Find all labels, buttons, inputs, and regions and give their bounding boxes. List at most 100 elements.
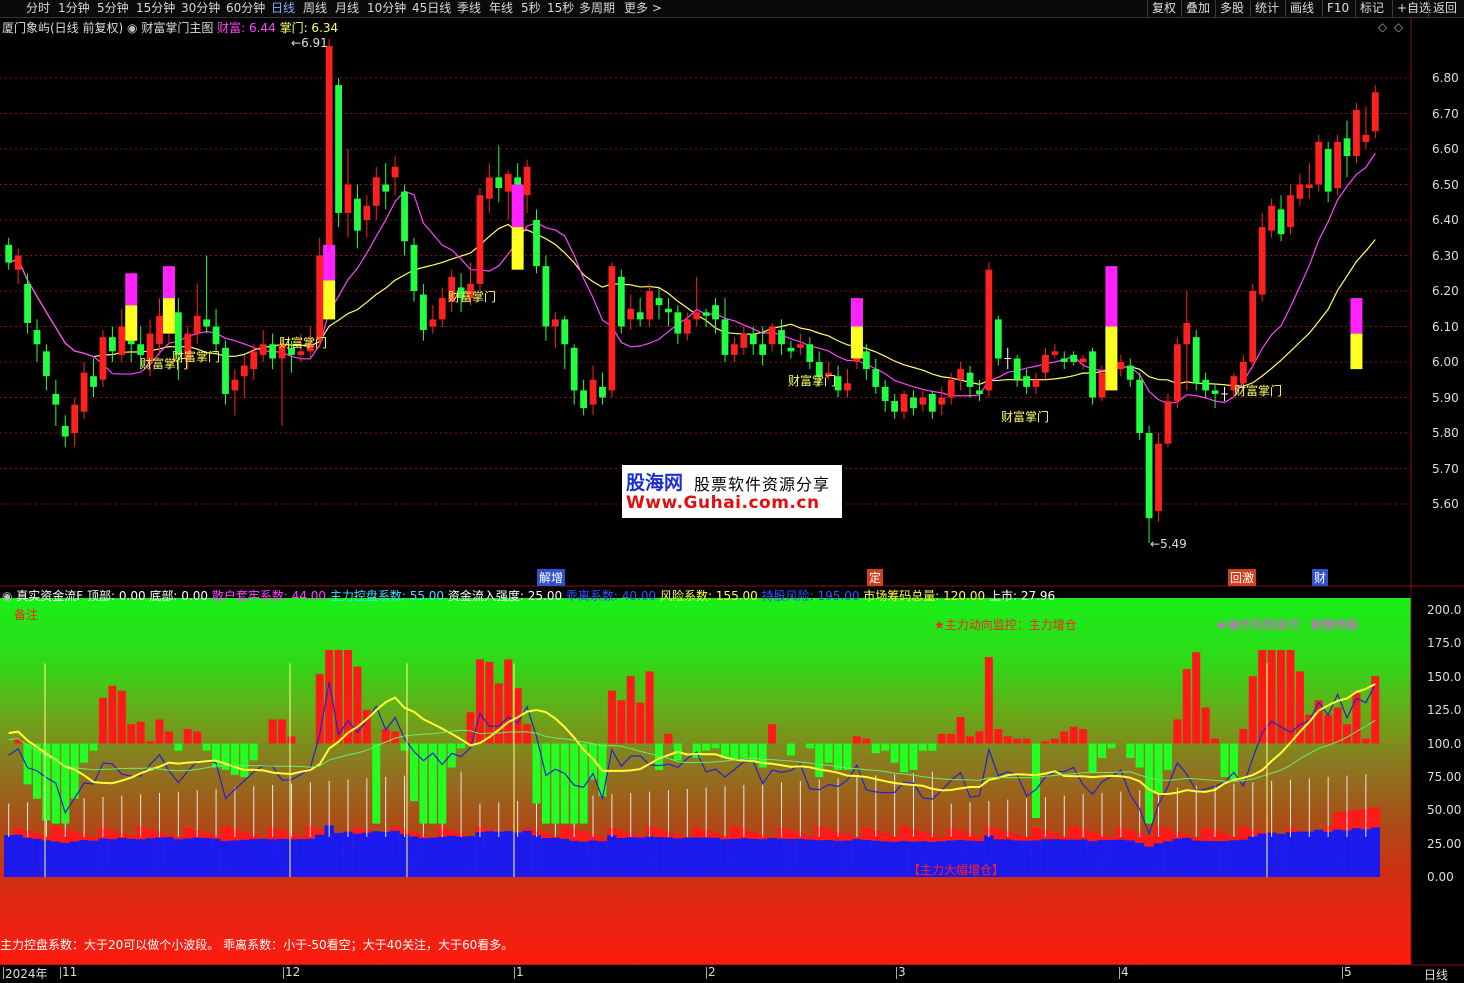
blue-base-bar (230, 840, 239, 877)
candle-body (599, 387, 606, 398)
candle-body (1372, 92, 1379, 131)
blue-base-bar (1144, 847, 1153, 877)
red-base-bar (843, 834, 852, 840)
blue-base-bar (32, 839, 41, 877)
date-label: 4 (1121, 965, 1129, 979)
stock-name[interactable]: 厦门象屿(日线 前复权) (2, 21, 123, 35)
blue-base-bar (221, 841, 230, 877)
candle-body (335, 85, 342, 213)
candle-body (1296, 185, 1303, 199)
blue-base-bar (447, 836, 456, 877)
indicator-tick: 75.00 (1427, 770, 1464, 784)
strength-bar-down (240, 744, 248, 778)
monitor-text: ★主力动向监控：主力增仓 (934, 616, 1077, 633)
candle-body (345, 185, 352, 213)
red-base-bar (485, 829, 494, 831)
indicator-title: ◉ 真实资金流F 顶部: 0.00 底部: 0.00 散户套牢系数: 44.00… (2, 587, 1055, 604)
blue-base-bar (730, 839, 739, 877)
candle-body (995, 319, 1002, 358)
strength-bar-down (570, 744, 578, 824)
strength-bar-up (1343, 724, 1351, 743)
strength-bar-up (646, 671, 654, 743)
candle-body (1014, 358, 1021, 379)
strength-bar-up (994, 729, 1002, 743)
main-indicator-name[interactable]: 财富掌门主图 (141, 21, 213, 35)
date-label: 5 (1344, 965, 1352, 979)
strength-bar-up (627, 676, 635, 743)
indicator-dropdown-icon[interactable]: ◉ (2, 589, 16, 603)
candle-body (1070, 355, 1077, 362)
blue-base-bar (277, 839, 286, 877)
indicator-tick: 125.0 (1427, 703, 1464, 717)
signal-label: 财富掌门 (279, 334, 327, 351)
candle-body (788, 348, 795, 352)
strength-bar-down (372, 744, 380, 824)
candle-body (957, 369, 964, 380)
indicator-note: 主力控盘系数：大于20可以做个小波段。 乖离系数：小于-50看空；大于40关注，… (0, 936, 513, 953)
red-base-bar (899, 826, 908, 841)
red-base-bar (560, 826, 569, 839)
blue-base-bar (796, 839, 805, 877)
red-base-bar (447, 830, 456, 836)
blue-base-bar (1126, 840, 1135, 877)
strength-bar-down (1164, 744, 1172, 770)
candle-body (901, 394, 908, 412)
blue-base-bar (833, 841, 842, 877)
strength-bar-up (1079, 729, 1087, 743)
candle-body (477, 195, 484, 284)
red-base-bar (277, 830, 286, 839)
indicator-name[interactable]: 真实资金流F (16, 589, 87, 603)
red-base-bar (127, 836, 136, 839)
blue-base-bar (127, 839, 136, 877)
signal-bar-zhangmen (851, 327, 863, 359)
blue-base-bar (183, 838, 192, 877)
blue-base-bar (805, 840, 814, 877)
candle-body (43, 351, 50, 376)
strength-bar-down (1089, 744, 1097, 773)
red-base-bar (1012, 834, 1021, 840)
blue-base-bar (1107, 840, 1116, 877)
strength-bar-up (1202, 707, 1210, 743)
strength-bar-down (1126, 744, 1134, 758)
strength-bar-up (485, 662, 493, 744)
red-base-bar (635, 836, 644, 838)
blue-base-bar (419, 838, 428, 877)
strength-bar-up (947, 734, 955, 744)
strength-bar-up (1070, 727, 1078, 744)
strength-bar-down (1220, 744, 1228, 778)
price-tick: 6.70 (1432, 107, 1464, 121)
signal-bar-caifu (163, 266, 175, 298)
diamond-icon[interactable]: ◇ (1378, 20, 1387, 34)
red-base-bar (390, 826, 399, 831)
blue-base-bar (1371, 827, 1380, 877)
strength-bar-up (1334, 707, 1342, 743)
blue-base-bar (155, 838, 164, 877)
red-base-bar (1220, 833, 1229, 841)
indicator-value: 乖离系数: 40.00 (566, 589, 660, 603)
blue-base-bar (1342, 830, 1351, 877)
candle-body (137, 344, 144, 355)
indicator-dropdown-icon[interactable]: ◉ (127, 21, 137, 35)
date-label: 2024年 (5, 965, 48, 982)
period-label[interactable]: 日线 (1424, 966, 1448, 983)
red-base-bar (598, 837, 607, 841)
red-base-bar (880, 833, 889, 841)
blue-base-bar (1154, 843, 1163, 877)
strength-bar-down (919, 744, 927, 751)
event-tag: 解增 (537, 569, 565, 586)
red-base-bar (824, 829, 833, 840)
strength-bar-down (749, 744, 757, 763)
signal-bar-zhangmen (323, 280, 335, 319)
close-pane-icon[interactable]: ◇ (1394, 20, 1403, 34)
strength-bar-down (532, 744, 540, 804)
signal-bar-zhangmen (125, 305, 137, 341)
indicator-tick: 0.00 (1427, 870, 1464, 884)
signal-bar-caifu (1350, 298, 1362, 334)
signal-label: 财富掌门 (1001, 408, 1049, 425)
strength-bar-down (881, 744, 889, 751)
strength-bar-down (740, 744, 748, 758)
date-label: 2 (708, 965, 716, 979)
candle-body (232, 380, 239, 391)
blue-base-bar (268, 839, 277, 877)
candle-body (1023, 376, 1030, 387)
